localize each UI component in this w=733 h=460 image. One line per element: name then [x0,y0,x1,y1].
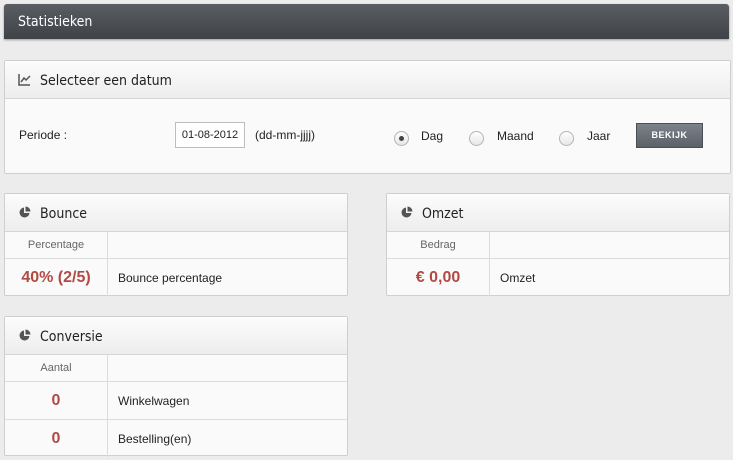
column-header: Bedrag [387,232,490,259]
page-header-bar: Statistieken [4,4,729,39]
pie-chart-icon [19,329,31,341]
table-row: 40% (2/5) Bounce percentage [5,258,347,296]
table-row: 0 Winkelwagen [5,381,347,420]
conversie-panel-title: Conversie [40,329,103,345]
winkelwagen-label: Winkelwagen [107,381,347,420]
bounce-panel-title: Bounce [40,206,87,222]
table-row: 0 Bestelling(en) [5,419,347,457]
table-header-row: Bedrag [387,232,729,259]
conversie-table: Aantal 0 Winkelwagen 0 Bestelling(en) [5,355,347,457]
column-header-empty [107,232,347,259]
table-header-row: Percentage [5,232,347,259]
radio-maand-label[interactable]: Maand [497,129,534,143]
bestellingen-value: 0 [5,419,108,457]
date-format-hint: (dd-mm-jjjj) [255,128,315,142]
bounce-table: Percentage 40% (2/5) Bounce percentage [5,232,347,296]
column-header: Percentage [5,232,108,259]
table-row: € 0,00 Omzet [387,258,729,296]
table-header-row: Aantal [5,355,347,382]
pie-chart-icon [19,206,31,218]
conversie-panel-header: Conversie [5,317,347,355]
omzet-panel-header: Omzet [387,194,729,232]
omzet-value: € 0,00 [387,258,490,296]
omzet-label: Omzet [500,270,536,285]
date-input[interactable]: 01-08-2012 [175,122,245,148]
column-header-empty [107,355,347,382]
column-header: Aantal [5,355,108,382]
winkelwagen-value: 0 [5,381,108,420]
page-title: Statistieken [18,14,93,30]
radio-dag[interactable] [394,131,409,146]
date-panel-title: Selecteer een datum [40,73,172,89]
period-label: Periode : [19,128,68,142]
radio-dag-label[interactable]: Dag [421,129,443,143]
bounce-panel: Bounce Percentage 40% (2/5) Bounce perce… [4,193,348,296]
bounce-panel-header: Bounce [5,194,347,232]
omzet-panel-title: Omzet [422,206,464,222]
radio-jaar-label[interactable]: Jaar [587,129,610,143]
date-panel-header: Selecteer een datum [5,61,730,99]
bounce-label: Bounce percentage [118,270,223,285]
conversie-panel: Conversie Aantal 0 Winkelwagen 0 Bestell… [4,316,348,457]
bounce-value: 40% (2/5) [5,258,108,296]
radio-jaar[interactable] [559,131,574,146]
omzet-panel: Omzet Bedrag € 0,00 Omzet [386,193,730,296]
column-header-empty [489,232,729,259]
bekijk-button[interactable]: BEKIJK [636,123,703,148]
radio-maand[interactable] [469,131,484,146]
bestellingen-label: Bestelling(en) [118,431,192,446]
line-chart-icon [18,74,31,86]
pie-chart-icon [401,206,413,218]
date-panel: Selecteer een datum Periode : 01-08-2012… [4,60,731,174]
omzet-table: Bedrag € 0,00 Omzet [387,232,729,296]
